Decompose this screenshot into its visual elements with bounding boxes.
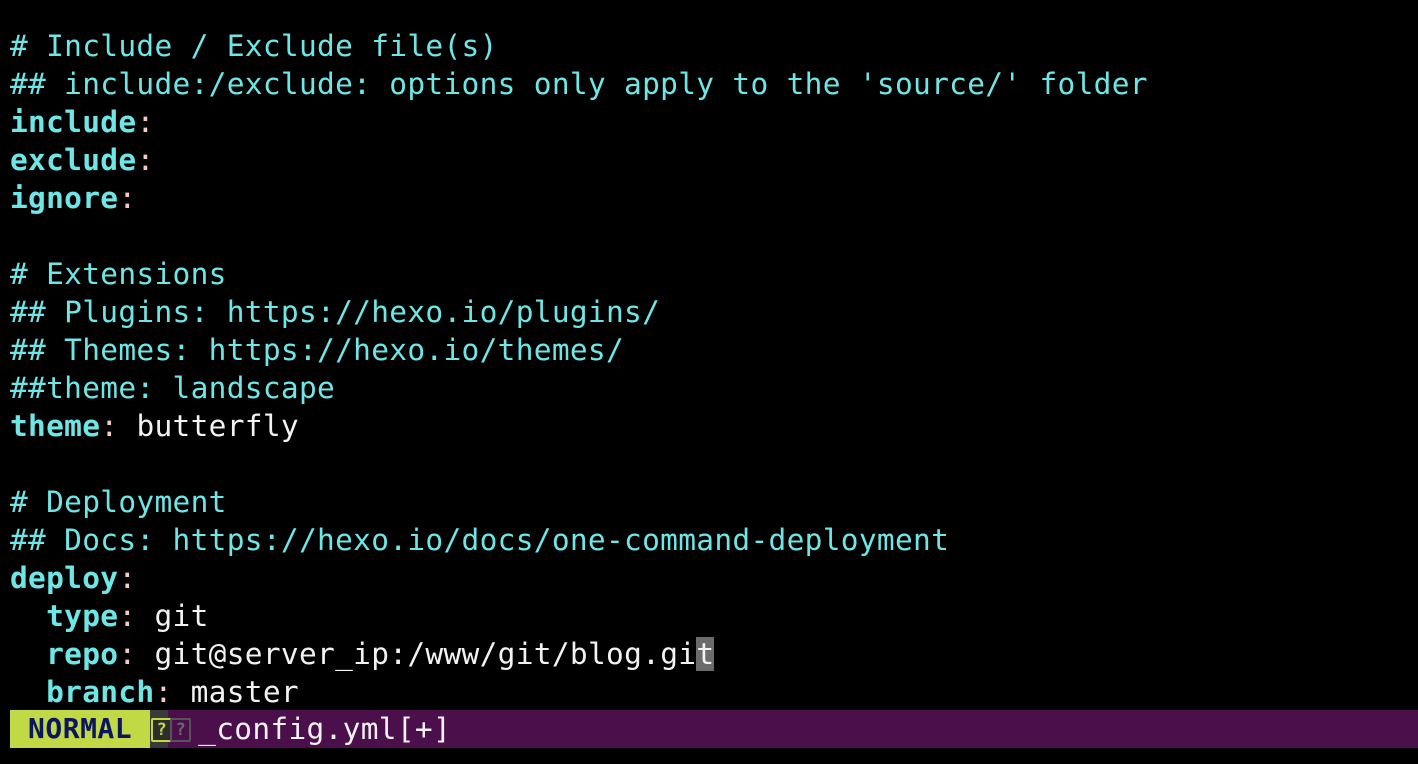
yaml-value: master — [173, 675, 299, 709]
comment: ## include:/exclude: options only apply … — [10, 67, 1148, 101]
comment: # Include / Exclude file(s) — [10, 29, 498, 63]
yaml-key: deploy — [10, 561, 119, 595]
code-line: ## include:/exclude: options only apply … — [10, 65, 1418, 103]
yaml-value-text: master — [190, 675, 299, 709]
code-line-current: repo: git@server_ip:/www/git/blog.git — [10, 635, 1418, 673]
editor-buffer[interactable]: # Include / Exclude file(s) ## include:/… — [10, 27, 1418, 711]
yaml-key: repo — [46, 637, 119, 671]
yaml-colon: : — [118, 561, 137, 595]
yaml-key: ignore — [10, 181, 119, 215]
yaml-value-text: butterfly — [136, 409, 299, 443]
yaml-key: type — [46, 599, 119, 633]
code-line: ##theme: landscape — [10, 369, 1418, 407]
unknown-glyph-icon: ? — [151, 718, 173, 742]
comment: ## Plugins: https://hexo.io/plugins/ — [10, 295, 661, 329]
yaml-value-text: git@server_ip:/www/git/blog.gi — [154, 637, 697, 671]
code-line: branch: master — [10, 673, 1418, 711]
text-cursor: t — [696, 637, 715, 671]
code-line: exclude: — [10, 141, 1418, 179]
yaml-colon: : — [154, 675, 173, 709]
yaml-colon: : — [118, 637, 137, 671]
unknown-glyph-icon: ? — [170, 718, 192, 742]
yaml-colon: : — [118, 181, 137, 215]
status-line: NORMAL ? ? _config.yml[+] — [10, 710, 1418, 748]
code-line: include: — [10, 103, 1418, 141]
yaml-value-text: git — [154, 599, 209, 633]
code-line: # Deployment — [10, 483, 1418, 521]
comment: # Extensions — [10, 257, 227, 291]
code-line: ## Docs: https://hexo.io/docs/one-comman… — [10, 521, 1418, 559]
yaml-colon: : — [136, 143, 155, 177]
code-line: # Include / Exclude file(s) — [10, 27, 1418, 65]
yaml-colon: : — [118, 599, 137, 633]
code-line: theme: butterfly — [10, 407, 1418, 445]
filetype-icon-area: ? ? — [150, 710, 192, 748]
yaml-key: branch — [46, 675, 155, 709]
code-line: ## Plugins: https://hexo.io/plugins/ — [10, 293, 1418, 331]
comment: ## Docs: https://hexo.io/docs/one-comman… — [10, 523, 950, 557]
yaml-colon: : — [136, 105, 155, 139]
code-line: deploy: — [10, 559, 1418, 597]
code-line: # Extensions — [10, 255, 1418, 293]
code-line: type: git — [10, 597, 1418, 635]
yaml-value: git — [136, 599, 209, 633]
yaml-key: theme — [10, 409, 101, 443]
comment: ##theme: landscape — [10, 371, 336, 405]
comment: # Deployment — [10, 485, 227, 519]
filename-label: _config.yml[+] — [198, 712, 452, 746]
code-line: ignore: — [10, 179, 1418, 217]
mode-indicator: NORMAL — [10, 710, 151, 748]
yaml-value: butterfly — [118, 409, 299, 443]
comment: ## Themes: https://hexo.io/themes/ — [10, 333, 625, 367]
code-line: ## Themes: https://hexo.io/themes/ — [10, 331, 1418, 369]
yaml-key: include — [10, 105, 137, 139]
yaml-colon: : — [100, 409, 119, 443]
yaml-key: exclude — [10, 143, 137, 177]
yaml-value: git@server_ip:/www/git/blog.git — [136, 637, 715, 671]
